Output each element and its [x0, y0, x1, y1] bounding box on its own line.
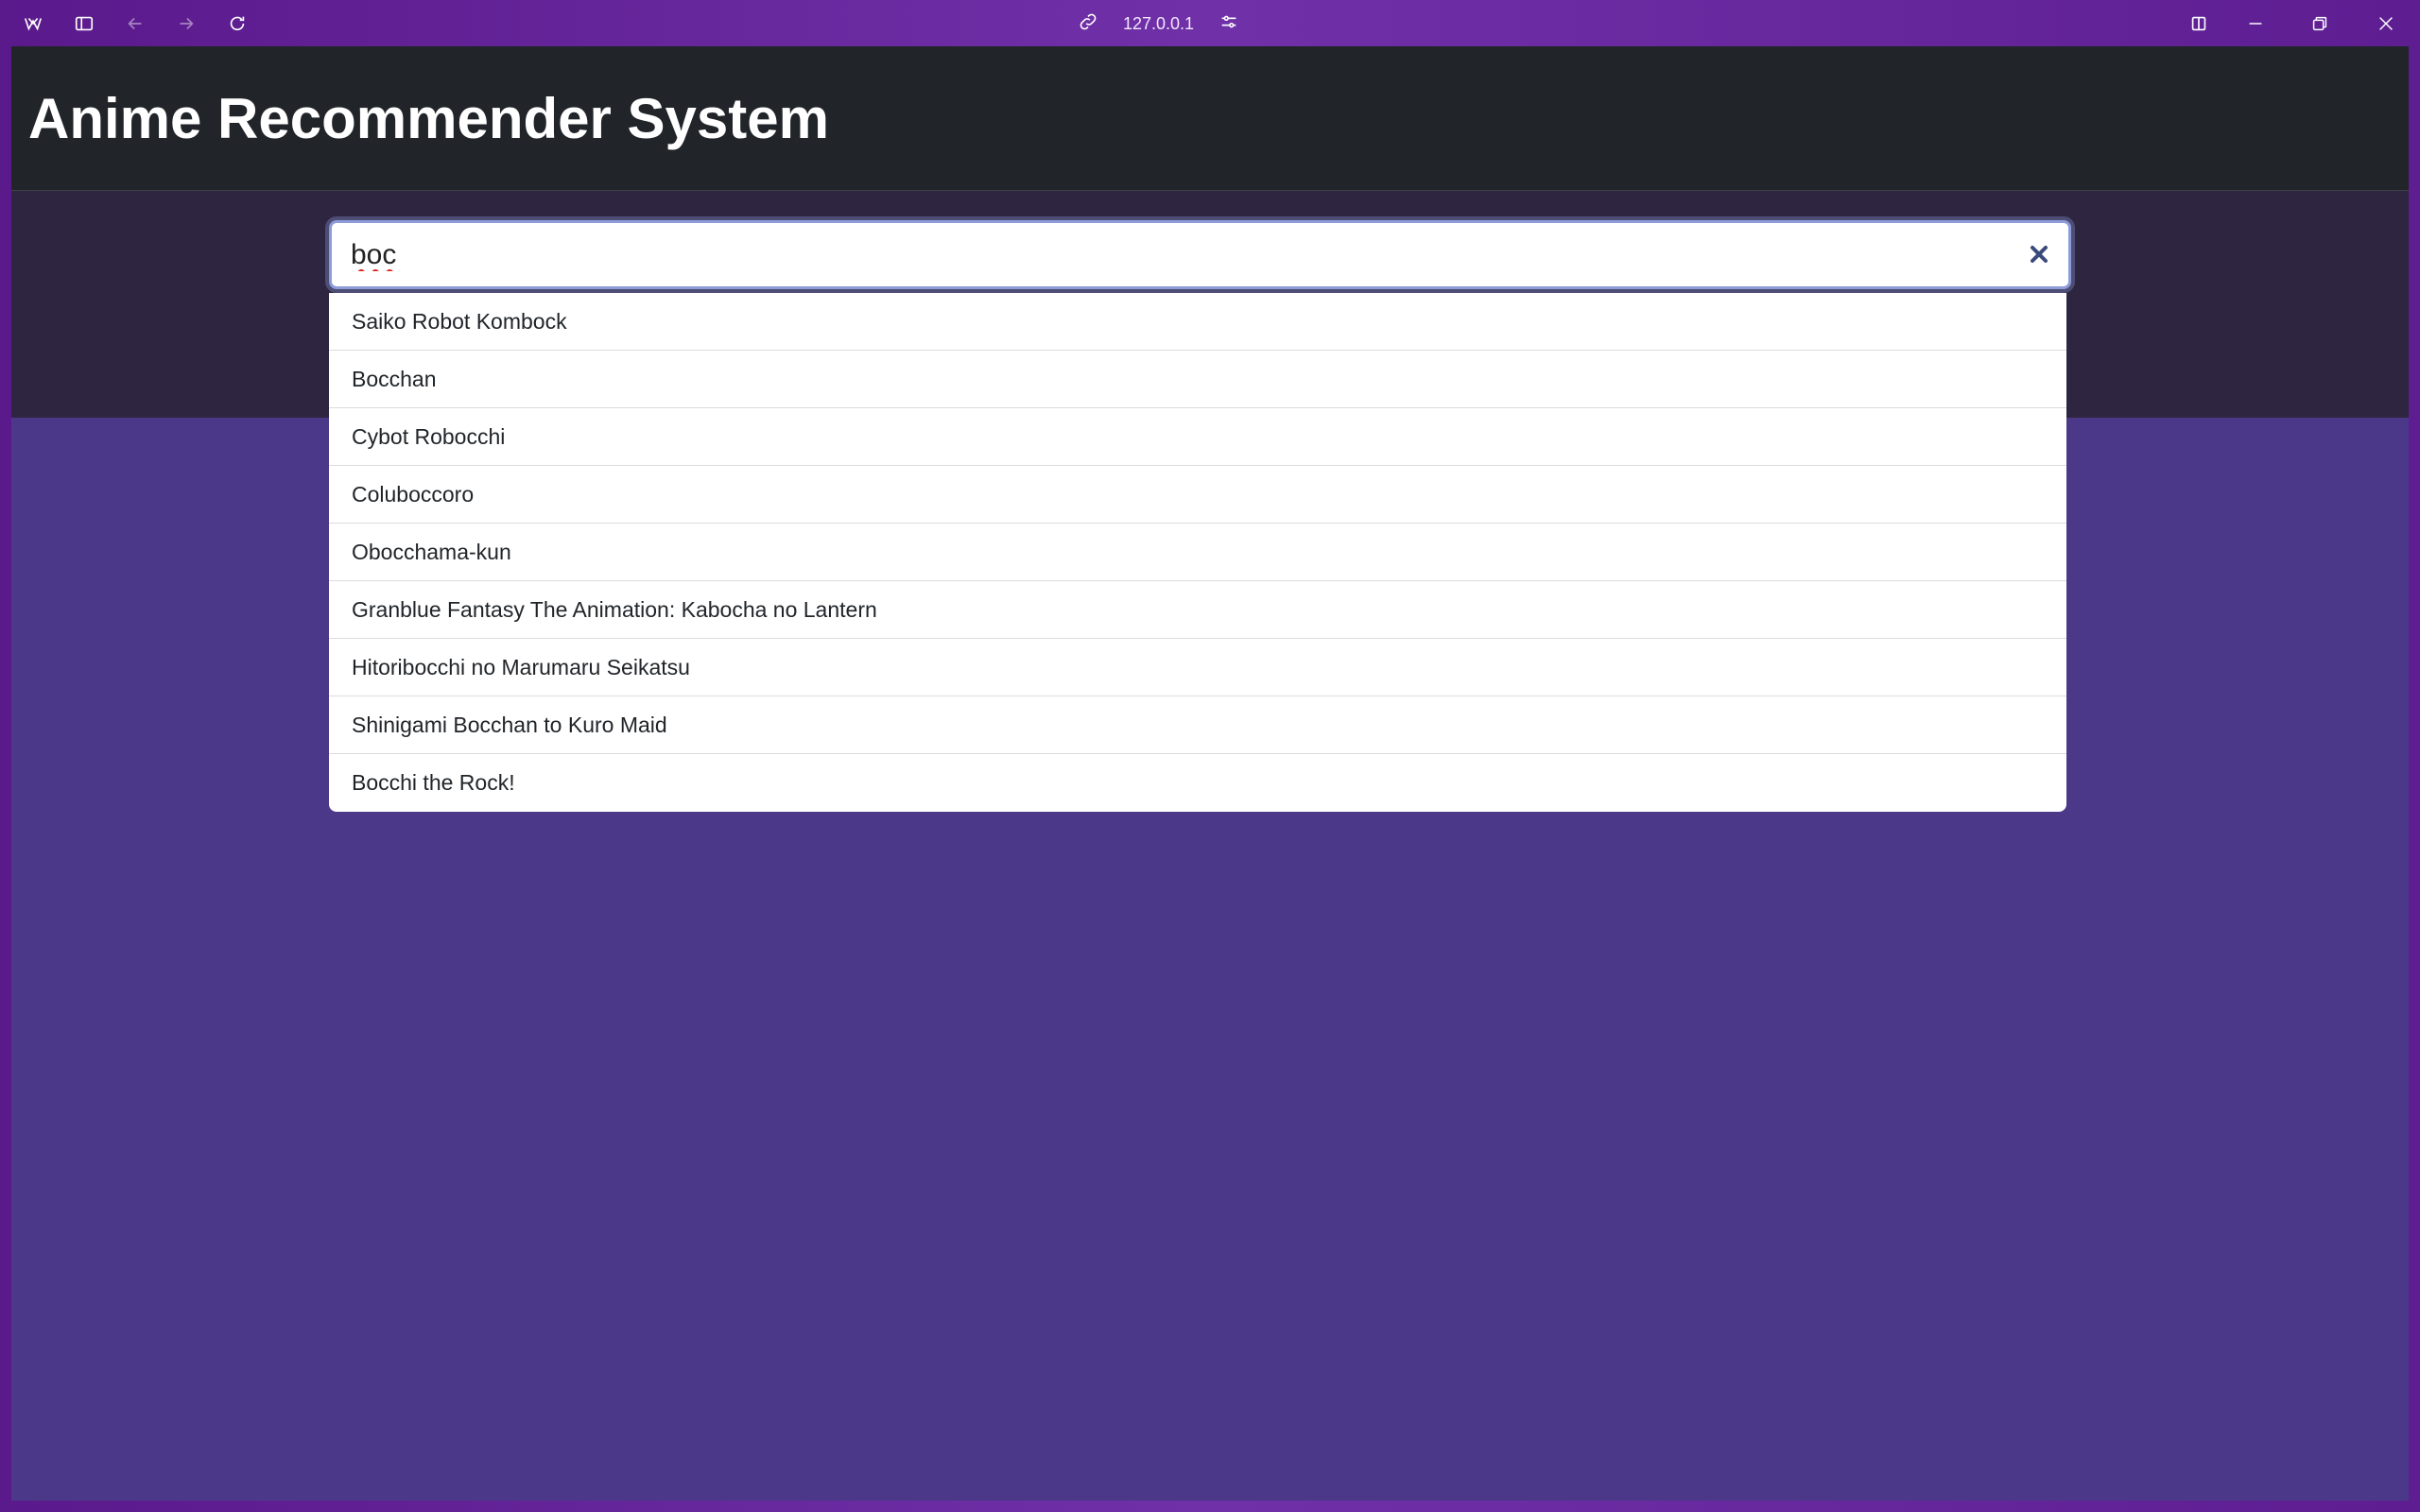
minimize-icon[interactable]	[2241, 9, 2270, 38]
sidebar-toggle-icon[interactable]	[70, 9, 98, 38]
list-item[interactable]: Bocchan	[329, 351, 2066, 408]
reload-icon[interactable]	[223, 9, 251, 38]
split-view-icon[interactable]	[2185, 9, 2213, 38]
page-title: Anime Recommender System	[28, 87, 829, 150]
app-logo-icon[interactable]	[19, 9, 47, 38]
list-item[interactable]: Obocchama-kun	[329, 524, 2066, 581]
restore-icon[interactable]	[2306, 9, 2334, 38]
close-icon	[2028, 243, 2050, 270]
list-item[interactable]: Coluboccoro	[329, 466, 2066, 524]
forward-icon[interactable]	[172, 9, 200, 38]
link-icon	[1078, 11, 1098, 37]
list-item[interactable]: Saiko Robot Kombock	[329, 293, 2066, 351]
clear-search-button[interactable]	[2023, 240, 2055, 272]
url-text: 127.0.0.1	[1123, 13, 1195, 33]
list-item[interactable]: Hitoribocchi no Marumaru Seikatsu	[329, 639, 2066, 696]
navbar: Anime Recommender System	[11, 46, 2409, 191]
back-icon[interactable]	[121, 9, 149, 38]
search-box	[329, 220, 2071, 289]
browser-toolbar: 127.0.0.1	[0, 0, 2420, 46]
close-window-icon[interactable]	[2372, 9, 2400, 38]
autocomplete-results: Saiko Robot Kombock Bocchan Cybot Robocc…	[329, 293, 2066, 812]
list-item[interactable]: Bocchi the Rock!	[329, 754, 2066, 812]
search-input[interactable]	[351, 234, 1958, 276]
list-item[interactable]: Shinigami Bocchan to Kuro Maid	[329, 696, 2066, 754]
address-bar[interactable]: 127.0.0.1	[1078, 8, 1239, 40]
list-item[interactable]: Granblue Fantasy The Animation: Kabocha …	[329, 581, 2066, 639]
site-settings-icon[interactable]	[1219, 11, 1239, 37]
list-item[interactable]: Cybot Robocchi	[329, 408, 2066, 466]
